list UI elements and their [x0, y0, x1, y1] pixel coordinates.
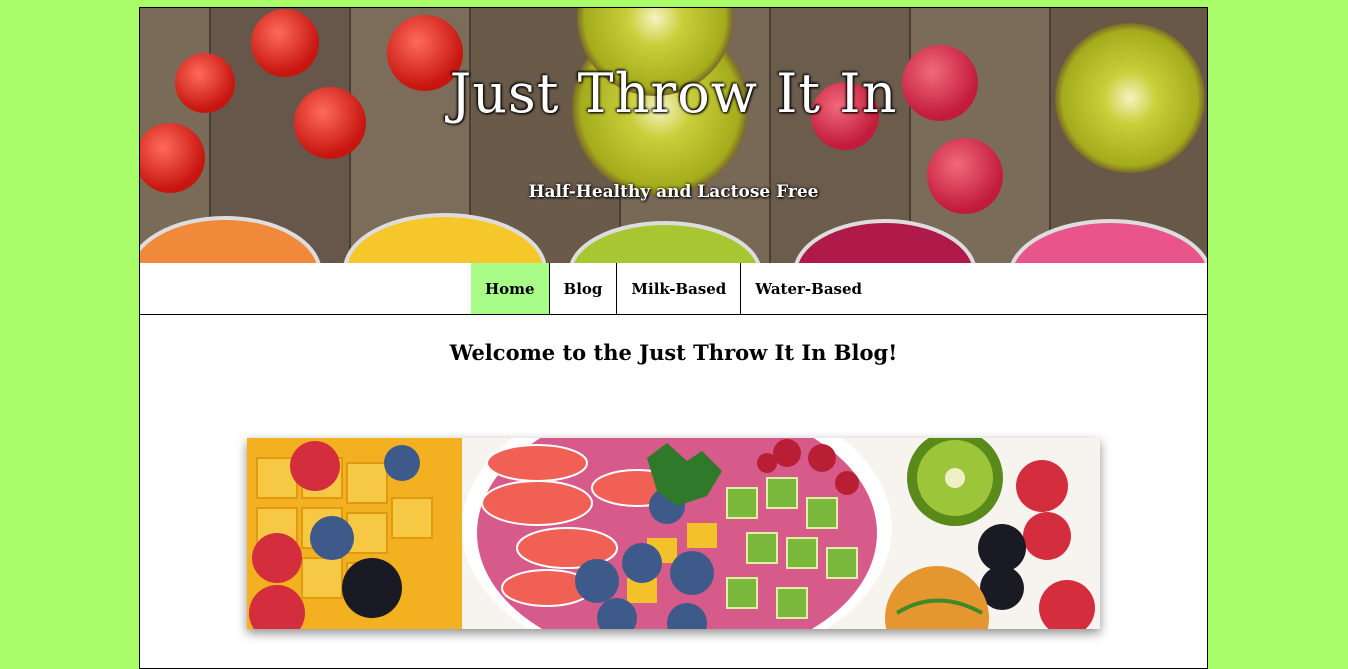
- main-nav: Home Blog Milk-Based Water-Based: [140, 263, 1207, 315]
- header-banner: Just Throw It In Half-Healthy and Lactos…: [140, 8, 1207, 263]
- nav-item-home[interactable]: Home: [470, 263, 550, 314]
- welcome-heading: Welcome to the Just Throw It In Blog!: [449, 340, 898, 365]
- nav-item-milk-based[interactable]: Milk-Based: [617, 263, 742, 314]
- site-title: Just Throw It In: [449, 62, 898, 125]
- fruit-bowl-image: [247, 438, 1100, 629]
- site-tagline: Half-Healthy and Lactose Free: [528, 182, 819, 202]
- banner-image: [140, 8, 1207, 263]
- nav-item-water-based[interactable]: Water-Based: [741, 263, 876, 314]
- page-container: Just Throw It In Half-Healthy and Lactos…: [139, 7, 1208, 669]
- nav-item-blog[interactable]: Blog: [550, 263, 618, 314]
